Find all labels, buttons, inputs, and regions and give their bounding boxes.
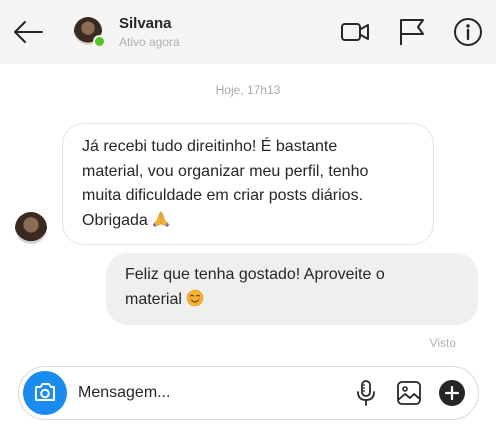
message-input[interactable] bbox=[78, 381, 348, 405]
chat-header: Silvana Ativo agora bbox=[0, 0, 496, 64]
message-line: Já recebi tudo direitinho! É bastante bbox=[82, 138, 338, 155]
message-line: Feliz que tenha gostado! Aproveite o bbox=[125, 266, 385, 283]
smiling-face-emoji bbox=[186, 289, 204, 307]
contact-status: Ativo agora bbox=[119, 35, 180, 49]
camera-icon bbox=[23, 383, 67, 419]
incoming-message[interactable]: Já recebi tudo direitinho! É bastante ma… bbox=[62, 123, 434, 245]
message-line: Obrigada bbox=[82, 209, 415, 234]
add-icon[interactable] bbox=[438, 379, 466, 407]
praying-hands-emoji bbox=[152, 210, 170, 228]
sender-avatar[interactable] bbox=[15, 212, 47, 244]
outgoing-message[interactable]: Feliz que tenha gostado! Aproveite o mat… bbox=[106, 253, 478, 325]
message-timestamp: Hoje, 17h13 bbox=[215, 83, 281, 97]
message-composer bbox=[18, 366, 479, 420]
video-call-icon[interactable] bbox=[340, 17, 370, 47]
online-indicator bbox=[93, 35, 106, 48]
info-icon[interactable] bbox=[453, 17, 483, 47]
microphone-icon[interactable] bbox=[352, 379, 380, 407]
contact-name[interactable]: Silvana bbox=[119, 15, 172, 32]
seen-receipt: Visto bbox=[429, 336, 456, 350]
camera-button[interactable] bbox=[23, 371, 67, 415]
back-arrow-icon[interactable] bbox=[12, 16, 44, 48]
message-line: material bbox=[125, 288, 460, 313]
message-line: material, vou organizar meu perfil, tenh… bbox=[82, 162, 369, 180]
image-icon[interactable] bbox=[395, 379, 423, 407]
flag-icon[interactable] bbox=[397, 17, 427, 47]
message-line: muita dificuldade em criar posts diários… bbox=[82, 187, 364, 204]
